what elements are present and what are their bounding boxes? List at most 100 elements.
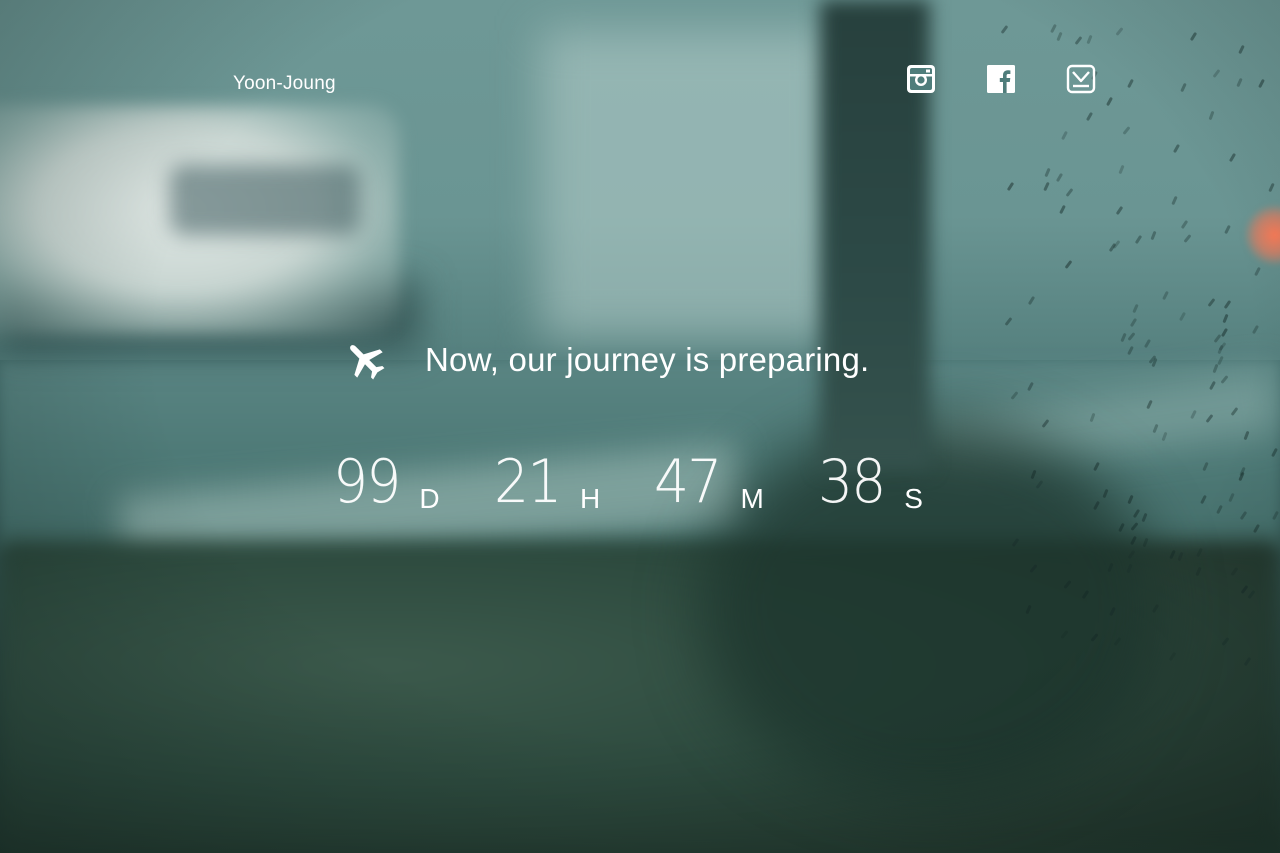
- raindrop: [1115, 27, 1124, 36]
- raindrop: [1025, 605, 1032, 615]
- days-value: 99: [333, 447, 402, 517]
- hours-label: H: [579, 483, 601, 514]
- airplane-icon: [343, 338, 387, 382]
- raindrop: [1171, 196, 1178, 206]
- background-red-light: [1245, 205, 1280, 265]
- background-truck: [0, 105, 400, 335]
- hours-value: 21: [493, 447, 563, 517]
- raindrop: [1207, 298, 1216, 308]
- raindrop: [1059, 205, 1067, 215]
- raindrop: [1151, 603, 1159, 613]
- raindrop: [1220, 327, 1228, 337]
- raindrop: [1030, 469, 1037, 480]
- raindrop: [1061, 130, 1069, 140]
- raindrop: [1044, 167, 1051, 178]
- raindrop: [1222, 313, 1229, 323]
- seconds-value: 38: [817, 447, 887, 517]
- background-road-stripe-right: [927, 370, 1280, 480]
- brand-link[interactable]: Yoon-Joung: [233, 73, 336, 95]
- raindrop: [1220, 374, 1229, 384]
- social-links: [906, 64, 1098, 96]
- raindrop: [1043, 181, 1050, 192]
- raindrop: [1118, 523, 1125, 533]
- raindrop: [1093, 500, 1101, 510]
- raindrop: [1126, 346, 1134, 356]
- raindrop: [1093, 461, 1100, 472]
- raindrop: [1217, 344, 1224, 354]
- raindrop: [1168, 549, 1176, 559]
- raindrop: [1217, 355, 1225, 365]
- raindrop: [1151, 357, 1158, 368]
- facebook-icon: [987, 65, 1015, 93]
- raindrop: [1081, 589, 1090, 599]
- raindrop: [1146, 399, 1154, 410]
- raindrop: [1252, 324, 1260, 335]
- raindrop: [1108, 242, 1117, 252]
- raindrop: [1183, 234, 1192, 243]
- minutes-value: 47: [654, 447, 723, 517]
- background-grass: [0, 540, 1280, 853]
- facebook-link[interactable]: [986, 64, 1018, 96]
- raindrop: [1205, 414, 1213, 424]
- mail-link[interactable]: [1066, 64, 1098, 96]
- raindrop: [1237, 44, 1245, 55]
- raindrop: [1132, 304, 1139, 314]
- raindrop: [1224, 225, 1231, 235]
- raindrop: [1085, 112, 1093, 122]
- raindrop: [1127, 550, 1136, 560]
- raindrop: [1230, 406, 1239, 416]
- raindrop: [1029, 563, 1038, 573]
- raindrop: [1177, 551, 1184, 562]
- raindrop: [1221, 636, 1230, 646]
- raindrop: [1118, 164, 1125, 175]
- raindrop: [1189, 32, 1198, 42]
- raindrop: [1115, 206, 1123, 216]
- countdown-minutes: 47 M: [654, 447, 764, 517]
- raindrops: [0, 0, 1280, 853]
- instagram-link[interactable]: [906, 64, 938, 96]
- raindrop: [1254, 266, 1262, 277]
- raindrop: [1109, 606, 1117, 617]
- raindrop: [1143, 339, 1151, 349]
- countdown-days: 99 D: [333, 447, 440, 517]
- raindrop: [1027, 296, 1036, 306]
- raindrop: [1247, 590, 1255, 600]
- seconds-label: S: [904, 483, 923, 514]
- raindrop: [1065, 188, 1074, 198]
- raindrop: [1010, 391, 1019, 401]
- raindrop: [1180, 82, 1188, 92]
- raindrop: [1151, 423, 1159, 434]
- background-building: [540, 30, 840, 340]
- raindrop: [1102, 488, 1109, 499]
- raindrop: [1060, 630, 1069, 640]
- raindrop: [1272, 510, 1280, 521]
- raindrop: [1223, 299, 1232, 309]
- raindrop: [1113, 636, 1122, 646]
- raindrop: [1105, 96, 1113, 107]
- raindrop: [1089, 412, 1096, 422]
- raindrop: [1258, 78, 1266, 89]
- raindrop: [1120, 332, 1127, 343]
- raindrop: [1090, 633, 1099, 643]
- raindrop: [1122, 125, 1131, 135]
- raindrop: [1199, 494, 1207, 505]
- raindrop: [1209, 380, 1217, 391]
- raindrop: [1196, 547, 1203, 557]
- raindrop: [1212, 363, 1219, 374]
- raindrop: [1271, 447, 1279, 457]
- raindrop: [1149, 231, 1157, 241]
- raindrop: [1056, 31, 1063, 42]
- raindrop: [1141, 513, 1148, 523]
- countdown-hours: 21 H: [493, 447, 601, 517]
- background-vignette: [0, 0, 1280, 853]
- raindrop: [1241, 585, 1249, 595]
- raindrop: [1244, 656, 1252, 666]
- minutes-label: M: [740, 483, 764, 514]
- hero-tagline: Now, our journey is preparing.: [343, 338, 869, 382]
- raindrop: [1130, 522, 1139, 532]
- raindrop: [1239, 466, 1247, 477]
- raindrop: [1162, 290, 1170, 301]
- raindrop: [1004, 317, 1013, 327]
- raindrop: [1129, 536, 1137, 546]
- raindrop: [1212, 68, 1221, 78]
